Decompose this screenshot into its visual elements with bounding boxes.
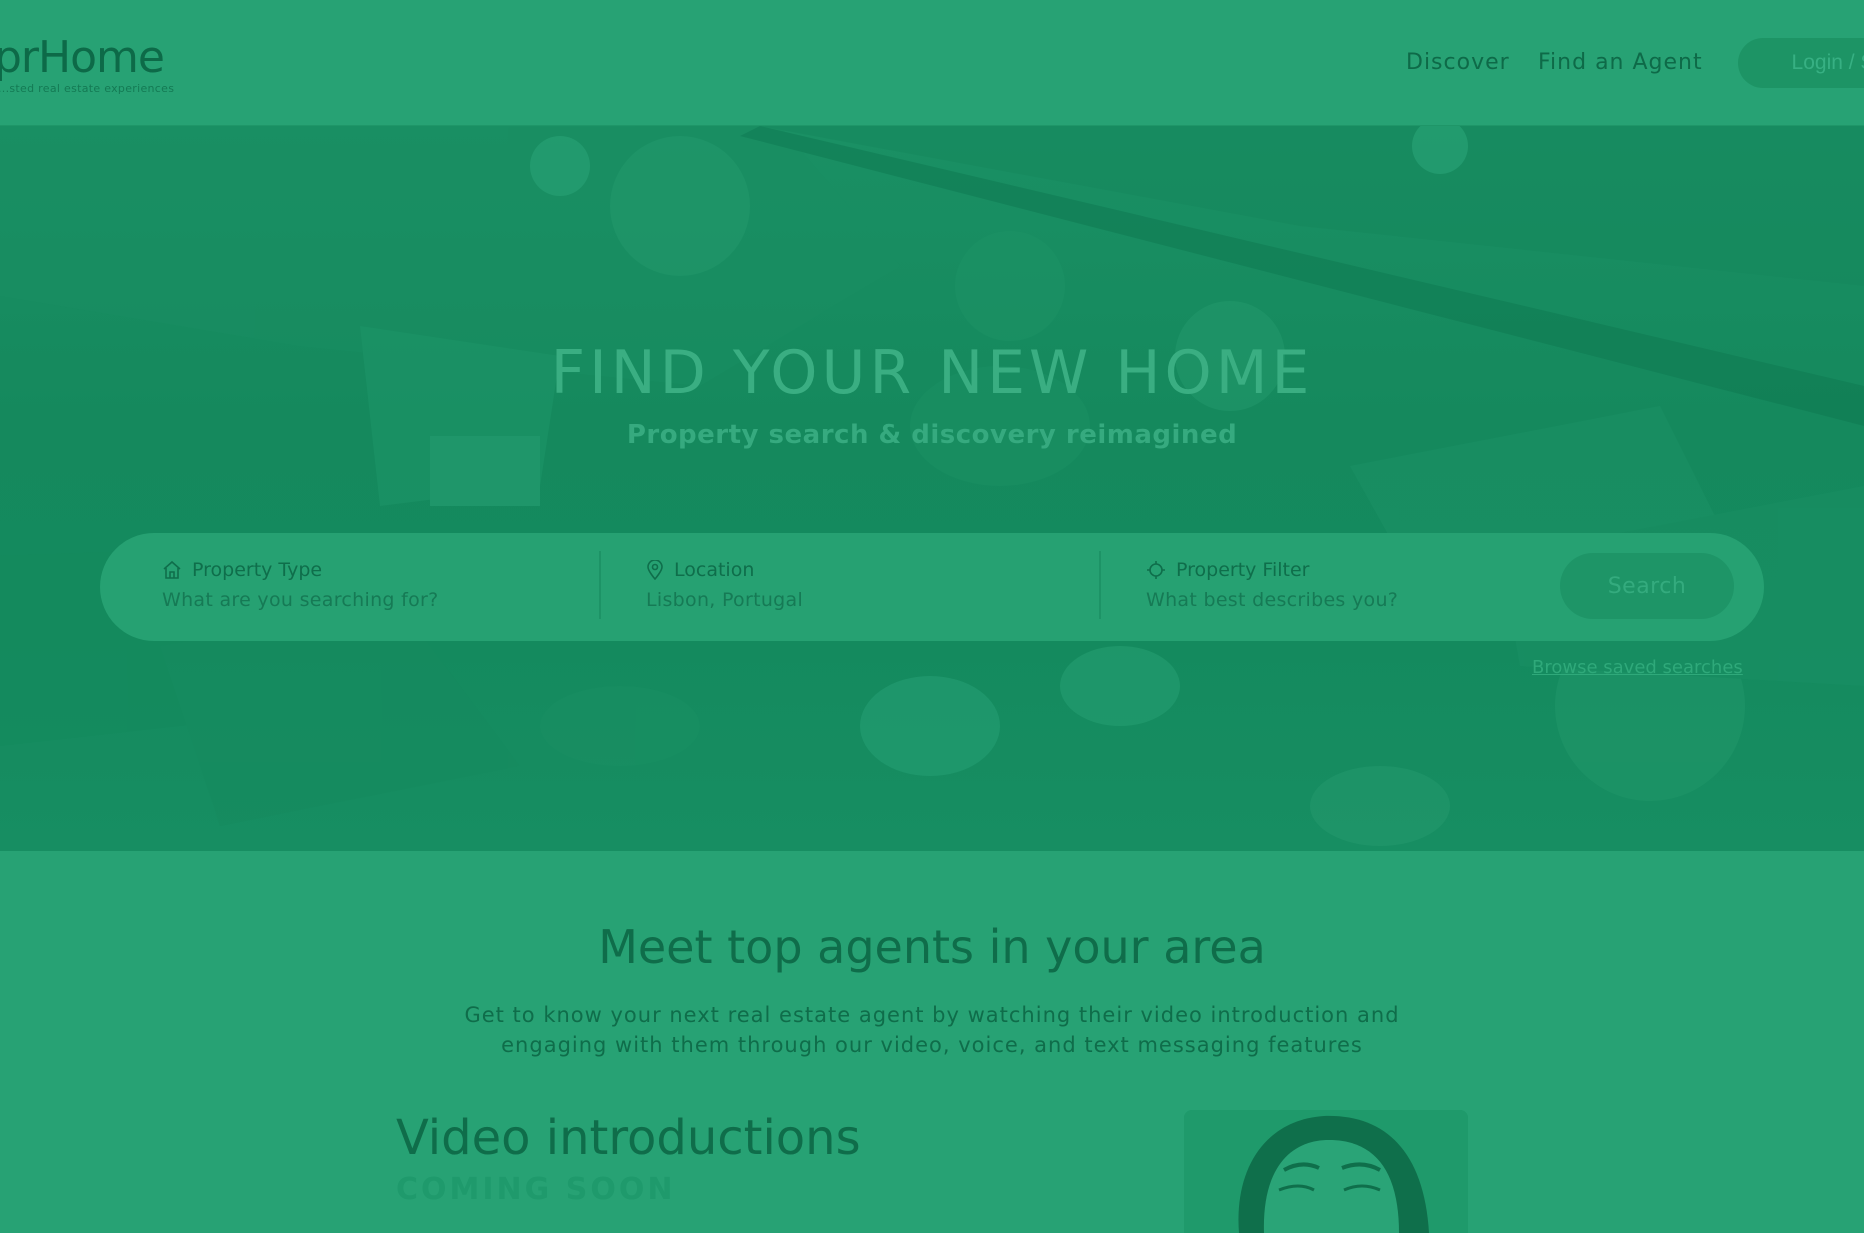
nav-discover-link[interactable]: Discover [1406,50,1510,75]
video-introductions-title: Video introductions [396,1110,861,1166]
hero-subtitle: Property search & discovery reimagined [626,420,1238,450]
location-field[interactable]: Location Lisbon, Portugal [646,559,803,611]
property-type-label: Property Type [192,559,323,581]
property-type-field[interactable]: Property Type What are you searching for… [162,559,439,611]
hero-section: FIND YOUR NEW HOME Property search & dis… [0,126,1864,851]
hero-title: FIND YOUR NEW HOME [550,338,1314,408]
logo[interactable]: prHome ...sted real estate experiences [0,32,175,96]
map-pin-icon [646,560,664,580]
agent-video-thumbnail[interactable] [1184,1110,1468,1233]
property-filter-field[interactable]: Property Filter What best describes you? [1146,559,1398,611]
browse-saved-searches-link[interactable]: Browse saved searches [1532,657,1743,678]
home-icon [162,560,182,580]
location-label: Location [674,559,755,581]
site-header: prHome ...sted real estate experiences D… [0,0,1864,126]
search-button[interactable]: Search [1560,553,1734,619]
agents-section-title: Meet top agents in your area [598,920,1266,974]
agents-section-description: Get to know your next real estate agent … [464,1003,1400,1057]
search-bar: Property Type What are you searching for… [100,533,1764,641]
logo-tagline: ...sted real estate experiences [0,82,175,95]
nav-find-agent-link[interactable]: Find an Agent [1538,50,1703,75]
location-value: Lisbon, Portugal [646,589,804,611]
filter-icon [1146,560,1166,580]
property-filter-value: What best describes you? [1146,589,1399,611]
hero-background-photo [0,126,1864,846]
coming-soon-badge: COMING SOON [396,1172,676,1207]
field-divider [599,551,601,619]
property-type-value: What are you searching for? [162,589,439,611]
logo-text: prHome [0,32,165,83]
login-signup-button[interactable]: Login / S [1738,38,1864,88]
property-filter-label: Property Filter [1176,559,1310,581]
field-divider [1099,551,1101,619]
agent-portrait-image [1184,1110,1468,1233]
